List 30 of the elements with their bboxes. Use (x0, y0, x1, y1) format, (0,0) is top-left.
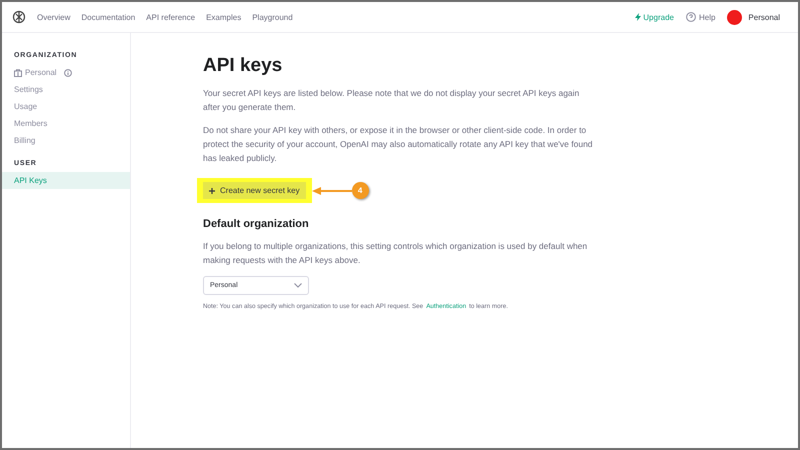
help-icon (686, 12, 696, 22)
paragraph: If you belong to multiple organizations, this setting controls which organization is used by default when making requests with the API keys above. (203, 240, 588, 267)
sidebar-item[interactable]: Personal (2, 64, 130, 81)
sidebar-item[interactable]: Members (2, 115, 130, 132)
step-badge: 4 (352, 182, 369, 199)
chevron-down-icon (294, 283, 302, 288)
help-link[interactable]: Help (686, 12, 716, 22)
plus-icon (209, 188, 215, 194)
logo-icon[interactable] (12, 10, 26, 24)
sidebar-item[interactable]: Settings (2, 81, 130, 98)
sidebar-item[interactable]: Billing (2, 132, 130, 149)
building-icon (14, 68, 22, 76)
info-icon (64, 68, 72, 76)
paragraph: Your secret API keys are listed below. Please note that we do not display your secret API keys again after you generate them. (203, 87, 580, 114)
page-title: API keys (203, 55, 284, 77)
sidebar-item[interactable]: API Keys (2, 172, 130, 189)
arrow-annotation (312, 186, 352, 196)
section-title: Default organization (203, 218, 310, 230)
account-name[interactable]: Personal (748, 12, 780, 22)
nav-link[interactable]: Examples (206, 12, 242, 22)
upgrade-link[interactable]: Upgrade (635, 12, 674, 22)
avatar[interactable] (727, 10, 742, 24)
nav-link[interactable]: Playground (252, 12, 293, 22)
nav-link[interactable]: API reference (146, 12, 196, 22)
nav-link[interactable]: Overview (37, 12, 70, 22)
lightning-icon (635, 13, 642, 21)
sidebar-item[interactable]: Usage (2, 98, 130, 115)
paragraph: Do not share your API key with others, or expose it in the browser or other client-side code. In order to protect the security of your account, OpenAI may also automatically rotate any API key that we've found has leaked publicly. (203, 124, 594, 165)
nav-link[interactable]: Documentation (81, 12, 136, 22)
create-key-button[interactable]: Create new secret key (203, 182, 306, 199)
